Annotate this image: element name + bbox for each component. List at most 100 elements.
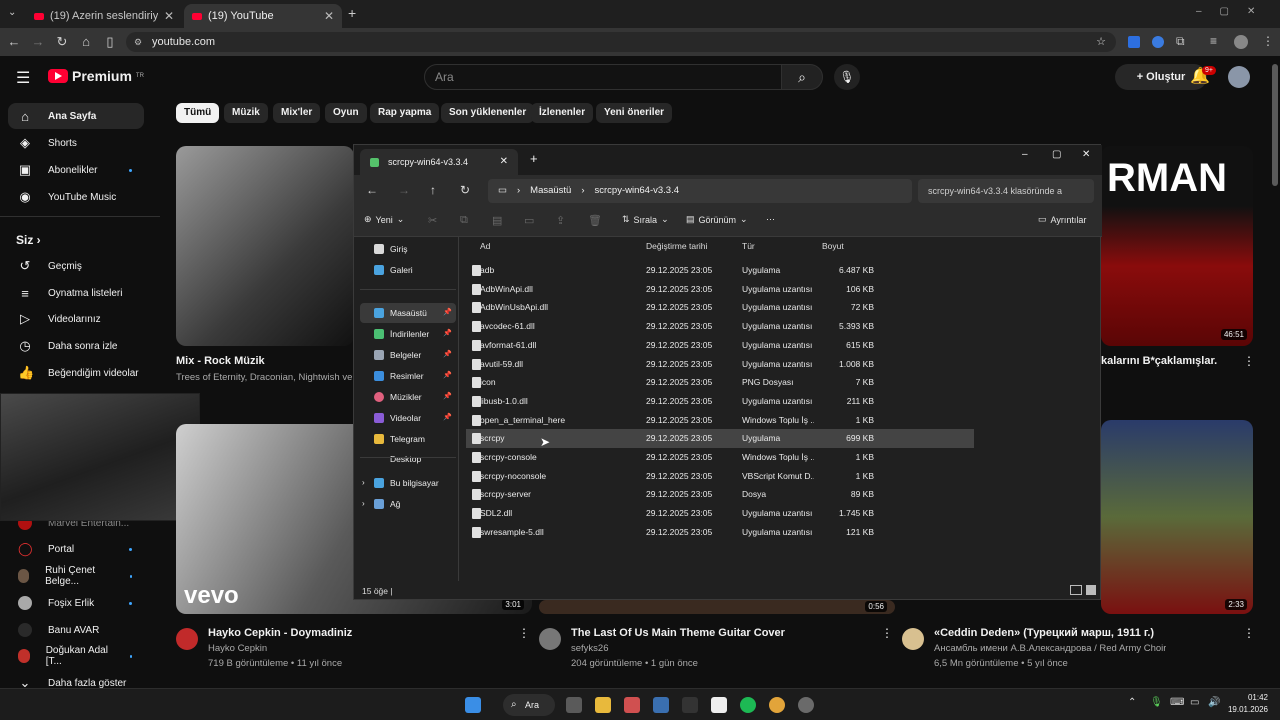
sidebar-item-watch-later[interactable]: ◷ Daha sonra izle	[8, 333, 144, 359]
sidebar-item-your-videos[interactable]: ▷ Videolarınız	[8, 306, 144, 332]
page-scrollbar[interactable]	[1272, 64, 1278, 186]
sidebar-item-music[interactable]: ◉ YouTube Music	[8, 184, 144, 210]
chip-gaming[interactable]: Oyun	[325, 103, 367, 123]
column-header-size[interactable]: Boyut	[822, 241, 844, 251]
video-title[interactable]: Mix - Rock Müzik	[176, 355, 265, 367]
video-thumbnail[interactable]: 0:56	[539, 600, 895, 614]
nav-item-music[interactable]: Müzikler 📌	[360, 387, 456, 407]
sidebar-sub-fosix[interactable]: Foşix Erlik	[8, 590, 144, 616]
video-title[interactable]: Hayko Cepkin - Doymadiniz	[208, 627, 352, 639]
video-thumbnail[interactable]: RMAN 46:51	[1101, 146, 1253, 346]
sidebar-sub-dogukan[interactable]: Doğukan Adal [T...	[8, 643, 144, 669]
start-windows-icon[interactable]	[465, 697, 481, 713]
sidebar-item-subscriptions[interactable]: ▣ Abonelikler	[8, 157, 144, 183]
nav-item-telegram-desktop[interactable]: Telegram Desktop	[360, 429, 456, 464]
sidebar-sub-portal[interactable]: ◯ Portal	[8, 536, 144, 562]
column-header-name[interactable]: Ad	[480, 241, 490, 251]
details-button[interactable]: ▭ Ayrıntılar	[1038, 214, 1086, 225]
new-tab-icon[interactable]: +	[348, 5, 356, 21]
tab-list-icon[interactable]: ⌄	[8, 7, 16, 18]
more-options-icon[interactable]: ⋮	[881, 626, 893, 640]
nav-item-home[interactable]: Giriş	[360, 239, 456, 259]
sidebar-item-history[interactable]: ↺ Geçmiş	[8, 253, 144, 279]
channel-avatar[interactable]	[902, 628, 924, 650]
file-row[interactable]: adb 29.12.2025 23:05 Uygulama 6.487 KB	[466, 261, 974, 280]
channel-avatar[interactable]	[539, 628, 561, 650]
breadcrumb[interactable]: ▭ › Masaüstü › scrcpy-win64-v3.3.4	[488, 179, 912, 203]
clock[interactable]: 01:42 19.01.2026	[1226, 692, 1268, 716]
channel-name[interactable]: Hayko Cepkin	[208, 643, 267, 654]
file-row[interactable]: open_a_terminal_here 29.12.2025 23:05 Wind…	[466, 411, 974, 430]
window-controls[interactable]: –▢✕	[1196, 6, 1273, 17]
chip-mixes[interactable]: Mix'ler	[273, 103, 321, 123]
explorer-tab[interactable]: scrcpy-win64-v3.3.4 ✕	[360, 149, 518, 175]
nav-item-desktop[interactable]: Masaüstü 📌	[360, 303, 456, 323]
refresh-icon[interactable]: ↻	[460, 183, 470, 197]
task-view-icon[interactable]	[566, 697, 582, 713]
video-thumbnail[interactable]	[176, 146, 354, 346]
more-options-icon[interactable]: ⋮	[1243, 626, 1255, 640]
hamburger-menu-icon[interactable]: ☰	[16, 68, 30, 88]
you-section-header[interactable]: Siz ›	[16, 233, 41, 247]
home-icon[interactable]: ⌂	[78, 34, 94, 50]
channel-avatar[interactable]	[176, 628, 198, 650]
chip-rap[interactable]: Rap yapma	[370, 103, 440, 123]
file-row[interactable]: libusb-1.0.dll 29.12.2025 23:05 Uygulama u…	[466, 392, 974, 411]
forward-icon[interactable]: →	[398, 183, 410, 197]
search-icon[interactable]: ⌕	[781, 64, 823, 90]
back-icon[interactable]: ←	[6, 34, 22, 50]
back-icon[interactable]: ←	[366, 183, 378, 197]
translate-extension-icon[interactable]	[1128, 36, 1140, 48]
reload-icon[interactable]: ↻	[54, 34, 70, 50]
file-row[interactable]: icon 29.12.2025 23:05 PNG Dosyası 7 KB	[466, 373, 974, 392]
file-explorer-icon[interactable]	[595, 697, 611, 713]
video-title[interactable]: kalarını B*çaklamışlar.	[1101, 355, 1253, 367]
reading-list-icon[interactable]: ≡	[1210, 34, 1217, 48]
spotify-icon[interactable]	[740, 697, 756, 713]
volume-icon[interactable]: 🔊	[1208, 697, 1220, 708]
share-icon[interactable]: ⇪	[556, 214, 565, 227]
browser-tab-1[interactable]: (19) Azerin seslendiriyor "Çırpı... ✕	[26, 4, 182, 28]
file-row[interactable]: avutil-59.dll 29.12.2025 23:05 Uygulama uz…	[466, 355, 974, 374]
network-icon[interactable]: ▭	[1190, 697, 1199, 708]
view-button[interactable]: ▤ Görünüm ⌄	[686, 214, 748, 225]
site-info-icon[interactable]: ⚙	[134, 32, 142, 52]
file-row[interactable]: scrcpy-noconsole 29.12.2025 23:05 VBScript…	[466, 467, 974, 486]
file-row[interactable]: avformat-61.dll 29.12.2025 23:05 Uygulama …	[466, 336, 974, 355]
close-tab-icon[interactable]: ✕	[164, 9, 174, 23]
video-title[interactable]: «Ceddin Deden» (Турецкий марш, 1911 г.)	[934, 627, 1154, 639]
column-header-date[interactable]: Değiştirme tarihi	[646, 241, 707, 251]
expand-chevron-icon[interactable]: ›	[362, 494, 365, 514]
expand-chevron-icon[interactable]: ›	[362, 473, 365, 493]
file-row[interactable]: AdbWinApi.dll 29.12.2025 23:05 Uygulama uz…	[466, 280, 974, 299]
sidebar-item-playlists[interactable]: ≡ Oynatma listeleri	[8, 280, 144, 306]
channel-name[interactable]: Ансамбль имени А.В.Александрова / Red Ar…	[934, 643, 1166, 654]
file-row[interactable]: swresample-5.dll 29.12.2025 23:05 Uygulama…	[466, 523, 974, 542]
youtube-logo[interactable]: Premium TR	[48, 68, 144, 84]
breadcrumb-desktop[interactable]: Masaüstü	[530, 179, 571, 203]
bookmark-star-icon[interactable]: ☆	[1096, 32, 1106, 52]
nav-item-this-pc[interactable]: › Bu bilgisayar	[360, 473, 456, 493]
extension-icon[interactable]	[1152, 36, 1164, 48]
channel-name[interactable]: sefyks26	[571, 643, 609, 654]
new-button[interactable]: ⊕ Yeni ⌄	[364, 214, 404, 225]
file-row[interactable]: scrcpy-console 29.12.2025 23:05 Windows To…	[466, 448, 974, 467]
file-row[interactable]: avcodec-61.dll 29.12.2025 23:05 Uygulama u…	[466, 317, 974, 336]
taskbar-search[interactable]: ⌕ Ara	[503, 694, 555, 716]
video-thumbnail[interactable]: 2:33	[1101, 420, 1253, 614]
minimize-icon[interactable]: –	[1022, 149, 1028, 160]
microsoft-store-icon[interactable]	[711, 697, 727, 713]
address-bar[interactable]: ⚙ youtube.com ☆	[126, 32, 1116, 52]
nav-item-downloads[interactable]: İndirilenler 📌	[360, 324, 456, 344]
sidebar-sub-banu[interactable]: Banu AVAR	[8, 617, 144, 643]
split-view-icon[interactable]: ▯	[102, 34, 118, 50]
explorer-search-input[interactable]: scrcpy-win64-v3.3.4 klasöründe a	[918, 179, 1094, 203]
file-row[interactable]: SDL2.dll 29.12.2025 23:05 Uygulama uzantıs…	[466, 504, 974, 523]
browser-menu-icon[interactable]: ⋮	[1262, 34, 1274, 48]
browser-tab-2[interactable]: (19) YouTube ✕	[184, 4, 342, 28]
sidebar-item-liked-videos[interactable]: 👍 Beğendiğim videolar	[8, 360, 144, 386]
keyboard-icon[interactable]: ⌨	[1170, 697, 1184, 708]
profile-avatar[interactable]	[1234, 35, 1248, 49]
paste-icon[interactable]: ▤	[492, 214, 502, 227]
chip-watched[interactable]: İzlenenler	[531, 103, 594, 123]
